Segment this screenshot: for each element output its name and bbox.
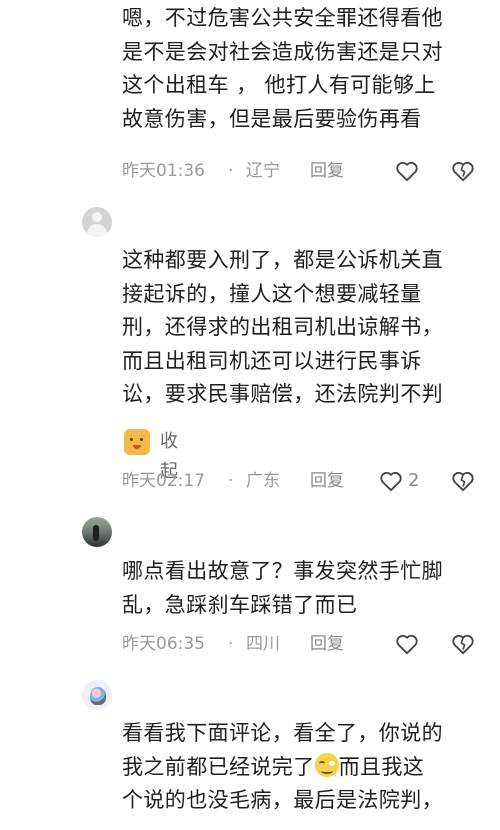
- comment-location: 四川: [246, 634, 280, 654]
- bear-sticker-icon: [124, 429, 150, 455]
- comment-meta: 昨天06:35 · 四川 回复: [122, 630, 482, 658]
- comment-time: 昨天01:36: [122, 161, 205, 181]
- comment-text: 看看我下面评论，看全了，你说的 我之前都已经说完了 而且我这 个说的也没毛病，最后…: [122, 717, 482, 818]
- comment-text: 这种都要入刑了，都是公诉机关直 接起诉的，撞人这个想要减轻量 刑，还得求的出租司…: [122, 248, 443, 406]
- reply-button[interactable]: 回复: [310, 467, 344, 495]
- comment-location: 广东: [246, 471, 280, 491]
- broken-heart-icon[interactable]: [450, 158, 476, 184]
- reply-button[interactable]: 回复: [310, 157, 344, 185]
- broken-heart-icon[interactable]: [450, 468, 476, 494]
- comment-time: 昨天06:35: [122, 634, 205, 654]
- reply-button[interactable]: 回复: [310, 630, 344, 658]
- heart-icon[interactable]: [394, 631, 420, 657]
- broken-heart-icon[interactable]: [450, 631, 476, 657]
- meta-separator: ·: [228, 471, 234, 491]
- like-count: 2: [408, 470, 420, 491]
- heart-icon[interactable]: [394, 158, 420, 184]
- comment-location: 辽宁: [246, 161, 280, 181]
- comment-meta: 昨天02:17 · 广东 回复 2: [122, 467, 482, 495]
- avatar[interactable]: [82, 207, 112, 237]
- meta-separator: ·: [228, 634, 234, 654]
- comment-text: 哪点看出故意了？事发突然手忙脚 乱，急踩刹车踩错了而已: [122, 559, 443, 617]
- avatar[interactable]: [82, 517, 112, 547]
- avatar[interactable]: [82, 680, 112, 710]
- comment-time: 昨天02:17: [122, 471, 205, 491]
- heart-icon[interactable]: [378, 468, 404, 494]
- grin-emoji-icon: [314, 752, 339, 777]
- comment-meta: 昨天01:36 · 辽宁 回复: [122, 157, 482, 185]
- comment-text: 嗯，不过危害公共安全罪还得看他 是不是会对社会造成伤害还是只对 这个出租车 ， …: [122, 6, 443, 131]
- meta-separator: ·: [228, 161, 234, 181]
